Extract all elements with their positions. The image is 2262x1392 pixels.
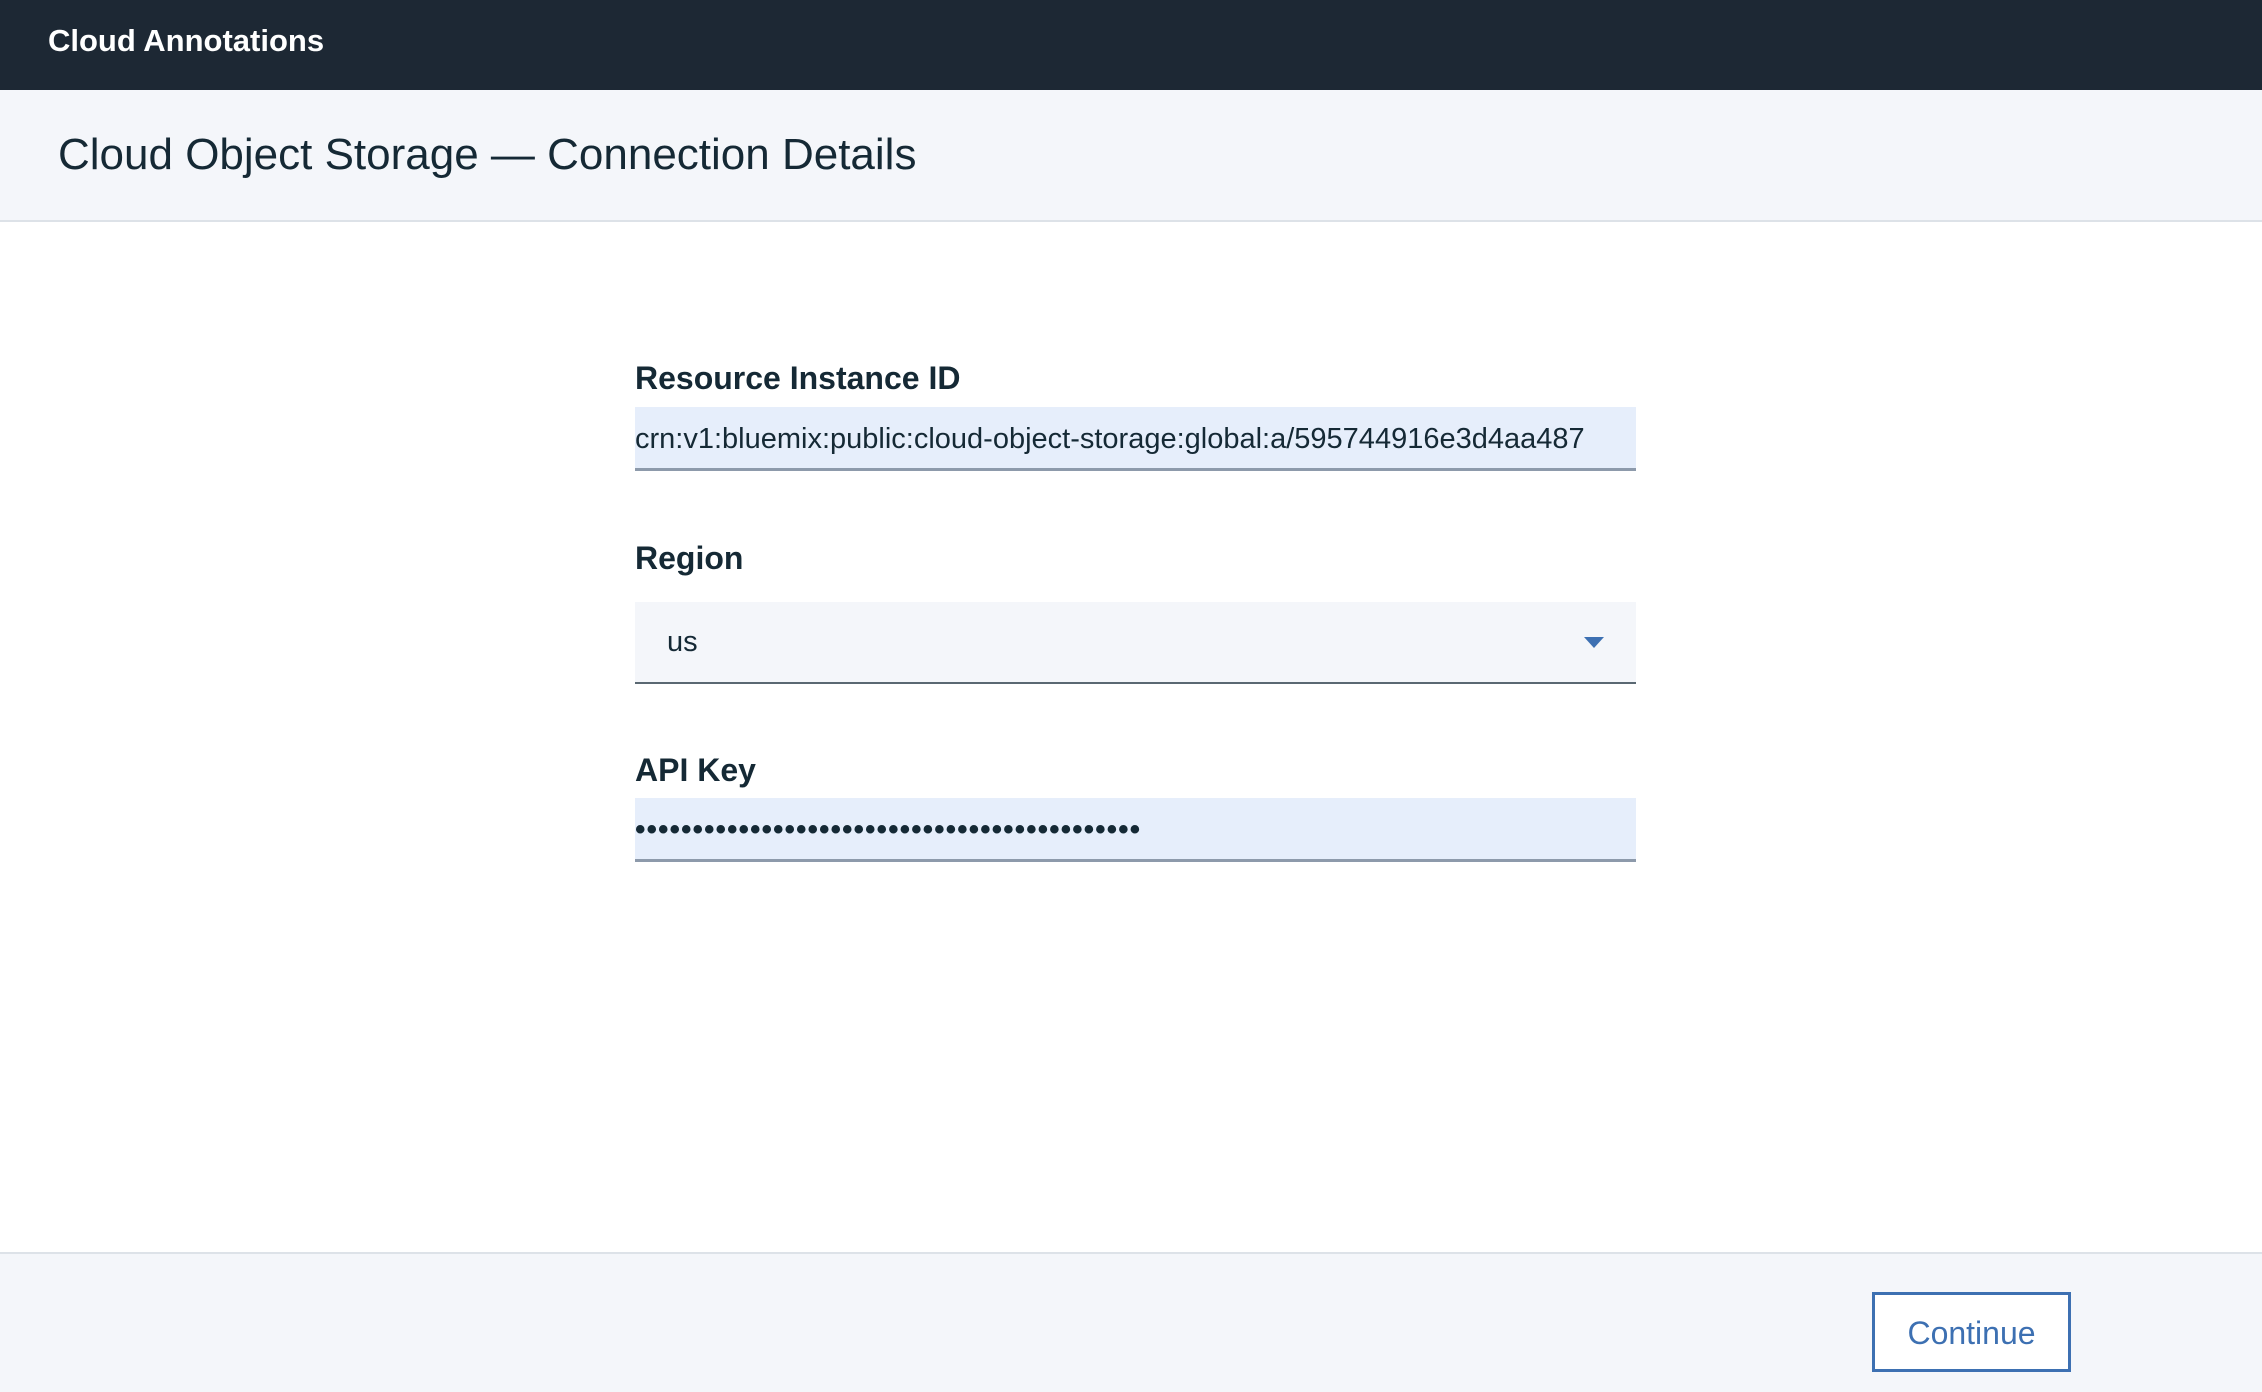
- region-select[interactable]: us: [635, 602, 1636, 684]
- resource-instance-id-label: Resource Instance ID: [635, 360, 961, 396]
- page-footer: Continue: [0, 1252, 2262, 1392]
- top-bar: Cloud Annotations: [0, 0, 2262, 90]
- page-title: Cloud Object Storage — Connection Detail…: [58, 130, 917, 179]
- continue-button[interactable]: Continue: [1872, 1292, 2071, 1372]
- api-key-label: API Key: [635, 752, 756, 788]
- region-label: Region: [635, 540, 744, 576]
- region-selected-value: us: [667, 626, 698, 658]
- app-title: Cloud Annotations: [48, 23, 325, 58]
- page-header: Cloud Object Storage — Connection Detail…: [0, 90, 2262, 222]
- api-key-input[interactable]: ••••••••••••••••••••••••••••••••••••••••…: [635, 798, 1636, 862]
- chevron-down-icon: [1584, 637, 1604, 648]
- resource-instance-id-input[interactable]: crn:v1:bluemix:public:cloud-object-stora…: [635, 407, 1636, 471]
